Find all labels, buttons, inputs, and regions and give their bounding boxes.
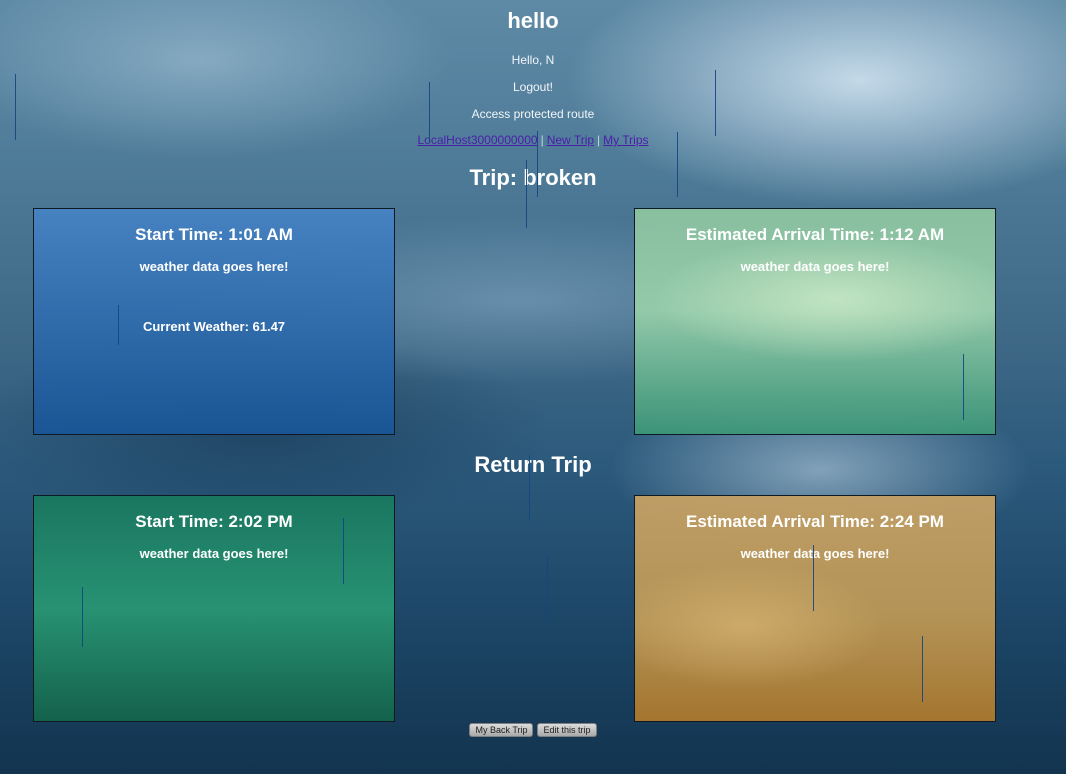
rain-streak [343,518,344,584]
outbound-arrival-weather: weather data goes here! [740,259,890,274]
return-start-weather: weather data goes here! [139,546,289,561]
nav-link-my-trips[interactable]: My Trips [603,133,648,147]
rain-streak [813,545,814,611]
edit-trip-button[interactable]: Edit this trip [537,723,597,737]
outbound-arrival-time: Estimated Arrival Time: 1:12 AM [685,225,945,244]
rain-streak [677,132,678,197]
nav-separator: | [597,133,601,147]
return-arrival-weather: weather data goes here! [740,546,890,561]
user-greeting: Hello, N [511,53,555,67]
app-title: hello [507,8,559,33]
return-trip-title: Return Trip [474,452,592,477]
trip-actions: My Back Trip Edit this trip [0,723,1066,737]
rain-streak [15,74,16,140]
rain-streak [537,131,538,197]
rain-streak [529,455,530,521]
nav-link-new-trip[interactable]: New Trip [547,133,594,147]
rain-streak [526,160,527,228]
rain-streak [82,587,83,647]
rain-streak [547,556,548,622]
rain-streak [118,305,119,345]
return-start-time: Start Time: 2:02 PM [135,512,293,531]
rain-streak [963,354,964,420]
return-arrival-time: Estimated Arrival Time: 2:24 PM [686,512,944,531]
protected-route-link[interactable]: Access protected route [0,107,1066,121]
rain-streak [922,636,923,702]
nav-separator: | [540,133,544,147]
logout-link[interactable]: Logout! [0,80,1066,94]
my-back-trip-button[interactable]: My Back Trip [469,723,534,737]
nav-link-home[interactable]: LocalHost3000000000 [417,133,537,147]
return-arrival-card: Estimated Arrival Time: 2:24 PM weather … [634,495,996,722]
outbound-start-weather: weather data goes here! [139,259,289,274]
nav-bar: LocalHost3000000000 | New Trip | My Trips [0,133,1066,147]
rain-streak [429,82,430,142]
rain-streak [715,70,716,136]
outbound-start-time: Start Time: 1:01 AM [135,225,293,244]
outbound-start-card: Start Time: 1:01 AM weather data goes he… [33,208,395,435]
return-start-card: Start Time: 2:02 PM weather data goes he… [33,495,395,722]
trip-title: Trip: broken [469,165,597,190]
outbound-current-weather: Current Weather: 61.47 [142,319,286,334]
outbound-arrival-card: Estimated Arrival Time: 1:12 AM weather … [634,208,996,435]
